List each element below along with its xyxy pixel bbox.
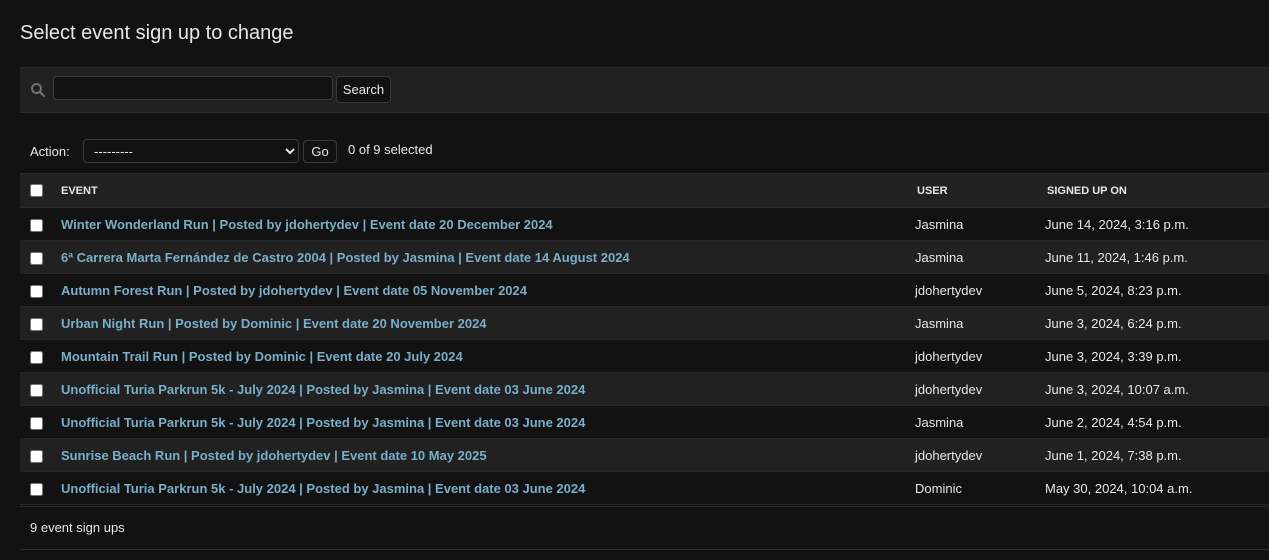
search-toolbar: Search [20, 67, 1269, 113]
user-cell: Jasmina [915, 207, 1045, 241]
row-select-checkbox[interactable] [30, 416, 43, 430]
row-select-checkbox[interactable] [30, 284, 43, 298]
table-header-row: EVENT USER SIGNED UP ON [20, 173, 1269, 208]
event-link[interactable]: 6ª Carrera Marta Fernández de Castro 200… [61, 250, 630, 265]
event-link[interactable]: Sunrise Beach Run | Posted by jdohertyde… [61, 448, 487, 463]
event-cell: Unofficial Turia Parkrun 5k - July 2024 … [61, 471, 915, 505]
event-cell: Sunrise Beach Run | Posted by jdohertyde… [61, 438, 915, 472]
row-select-cell [20, 240, 61, 274]
signed-up-on-cell: June 11, 2024, 1:46 p.m. [1045, 240, 1269, 274]
event-cell: Urban Night Run | Posted by Dominic | Ev… [61, 306, 915, 340]
event-link[interactable]: Urban Night Run | Posted by Dominic | Ev… [61, 316, 487, 331]
table-row: Sunrise Beach Run | Posted by jdohertyde… [20, 438, 1269, 472]
row-select-cell [20, 372, 61, 406]
event-link[interactable]: Autumn Forest Run | Posted by jdohertyde… [61, 283, 527, 298]
user-cell: jdohertydev [915, 273, 1045, 307]
actions-bar: Action: --------- Go 0 of 9 selected [20, 138, 1269, 168]
user-cell: Jasmina [915, 405, 1045, 439]
signed-up-on-cell: June 2, 2024, 4:54 p.m. [1045, 405, 1269, 439]
row-select-cell [20, 405, 61, 439]
table-row: 6ª Carrera Marta Fernández de Castro 200… [20, 240, 1269, 274]
event-cell: Autumn Forest Run | Posted by jdohertyde… [61, 273, 915, 307]
select-all-checkbox[interactable] [30, 184, 43, 197]
select-all-cell [20, 173, 61, 208]
user-cell: Dominic [915, 471, 1045, 505]
row-select-checkbox[interactable] [30, 218, 43, 232]
row-select-checkbox[interactable] [30, 449, 43, 463]
page-title: Select event sign up to change [20, 22, 294, 44]
event-cell: Mountain Trail Run | Posted by Dominic |… [61, 339, 915, 373]
event-cell: Unofficial Turia Parkrun 5k - July 2024 … [61, 372, 915, 406]
row-select-checkbox[interactable] [30, 482, 43, 496]
user-cell: Jasmina [915, 240, 1045, 274]
table-row: Unofficial Turia Parkrun 5k - July 2024 … [20, 471, 1269, 505]
event-link[interactable]: Mountain Trail Run | Posted by Dominic |… [61, 349, 463, 364]
column-header-label: SIGNED UP ON [1047, 184, 1127, 197]
row-select-cell [20, 273, 61, 307]
table-row: Unofficial Turia Parkrun 5k - July 2024 … [20, 405, 1269, 439]
event-cell: 6ª Carrera Marta Fernández de Castro 200… [61, 240, 915, 274]
results-table: EVENT USER SIGNED UP ON Winter Wonderlan… [20, 173, 1269, 505]
signed-up-on-cell: June 3, 2024, 10:07 a.m. [1045, 372, 1269, 406]
event-link[interactable]: Unofficial Turia Parkrun 5k - July 2024 … [61, 415, 585, 430]
action-label: Action: [30, 144, 70, 159]
action-select[interactable]: --------- [83, 139, 299, 163]
result-count: 9 event sign ups [30, 520, 125, 535]
result-count-bar: 9 event sign ups [20, 506, 1269, 550]
user-cell: jdohertydev [915, 372, 1045, 406]
row-select-cell [20, 207, 61, 241]
row-select-checkbox[interactable] [30, 317, 43, 331]
event-cell: Unofficial Turia Parkrun 5k - July 2024 … [61, 405, 915, 439]
event-cell: Winter Wonderland Run | Posted by jdoher… [61, 207, 915, 241]
row-select-checkbox[interactable] [30, 350, 43, 364]
signed-up-on-cell: June 3, 2024, 3:39 p.m. [1045, 339, 1269, 373]
selection-counter: 0 of 9 selected [348, 142, 433, 157]
signed-up-on-cell: May 30, 2024, 10:04 a.m. [1045, 471, 1269, 505]
row-select-cell [20, 339, 61, 373]
column-header-label: EVENT [61, 184, 98, 197]
column-header-label: USER [917, 184, 948, 197]
column-header-user[interactable]: USER [915, 173, 1045, 208]
row-select-cell [20, 471, 61, 505]
go-button[interactable]: Go [303, 140, 337, 163]
signed-up-on-cell: June 3, 2024, 6:24 p.m. [1045, 306, 1269, 340]
user-cell: Jasmina [915, 306, 1045, 340]
table-row: Mountain Trail Run | Posted by Dominic |… [20, 339, 1269, 373]
event-link[interactable]: Unofficial Turia Parkrun 5k - July 2024 … [61, 481, 585, 496]
signed-up-on-cell: June 14, 2024, 3:16 p.m. [1045, 207, 1269, 241]
signed-up-on-cell: June 5, 2024, 8:23 p.m. [1045, 273, 1269, 307]
row-select-cell [20, 438, 61, 472]
row-select-cell [20, 306, 61, 340]
search-button[interactable]: Search [336, 76, 391, 103]
search-input[interactable] [53, 76, 333, 100]
signed-up-on-cell: June 1, 2024, 7:38 p.m. [1045, 438, 1269, 472]
event-link[interactable]: Winter Wonderland Run | Posted by jdoher… [61, 217, 553, 232]
user-cell: jdohertydev [915, 438, 1045, 472]
column-header-signed-up-on[interactable]: SIGNED UP ON [1045, 173, 1269, 208]
table-row: Unofficial Turia Parkrun 5k - July 2024 … [20, 372, 1269, 406]
row-select-checkbox[interactable] [30, 383, 43, 397]
user-cell: jdohertydev [915, 339, 1045, 373]
table-row: Autumn Forest Run | Posted by jdohertyde… [20, 273, 1269, 307]
search-icon [31, 83, 46, 98]
column-header-event[interactable]: EVENT [61, 173, 915, 208]
table-body: Winter Wonderland Run | Posted by jdoher… [20, 207, 1269, 505]
event-link[interactable]: Unofficial Turia Parkrun 5k - July 2024 … [61, 382, 585, 397]
row-select-checkbox[interactable] [30, 251, 43, 265]
table-row: Winter Wonderland Run | Posted by jdoher… [20, 207, 1269, 241]
table-row: Urban Night Run | Posted by Dominic | Ev… [20, 306, 1269, 340]
